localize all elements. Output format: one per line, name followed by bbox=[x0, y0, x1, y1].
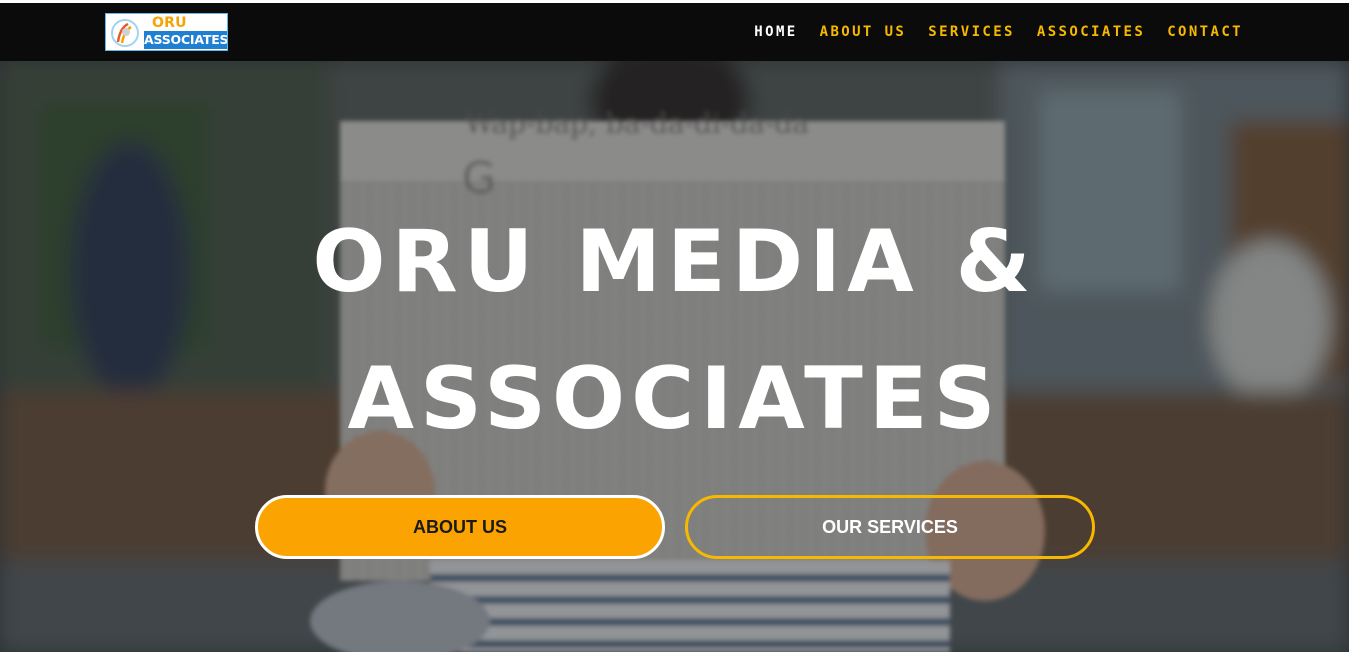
our-services-button[interactable]: OUR SERVICES bbox=[685, 495, 1095, 559]
navbar: ORU MEDIA ASSOCIATES HOME ABOUT US SERVI… bbox=[0, 3, 1349, 61]
hero-section: Wap-bap, ba-da-di-da-da G ORU MEDIA & AS… bbox=[0, 61, 1349, 652]
main-nav: HOME ABOUT US SERVICES ASSOCIATES CONTAC… bbox=[732, 3, 1243, 61]
nav-about-us[interactable]: ABOUT US bbox=[820, 24, 907, 40]
nav-contact[interactable]: CONTACT bbox=[1167, 24, 1243, 40]
hero-title-line2: ASSOCIATES bbox=[347, 349, 1002, 449]
hero-title-line1: ORU MEDIA & bbox=[312, 212, 1037, 312]
logo-text-line2: ASSOCIATES bbox=[144, 31, 228, 49]
nav-associates[interactable]: ASSOCIATES bbox=[1037, 24, 1145, 40]
about-us-button[interactable]: ABOUT US bbox=[255, 495, 665, 559]
site-logo[interactable]: ORU MEDIA ASSOCIATES bbox=[105, 13, 228, 51]
logo-mark-icon bbox=[111, 19, 139, 47]
nav-services[interactable]: SERVICES bbox=[928, 24, 1015, 40]
nav-home[interactable]: HOME bbox=[754, 24, 797, 40]
